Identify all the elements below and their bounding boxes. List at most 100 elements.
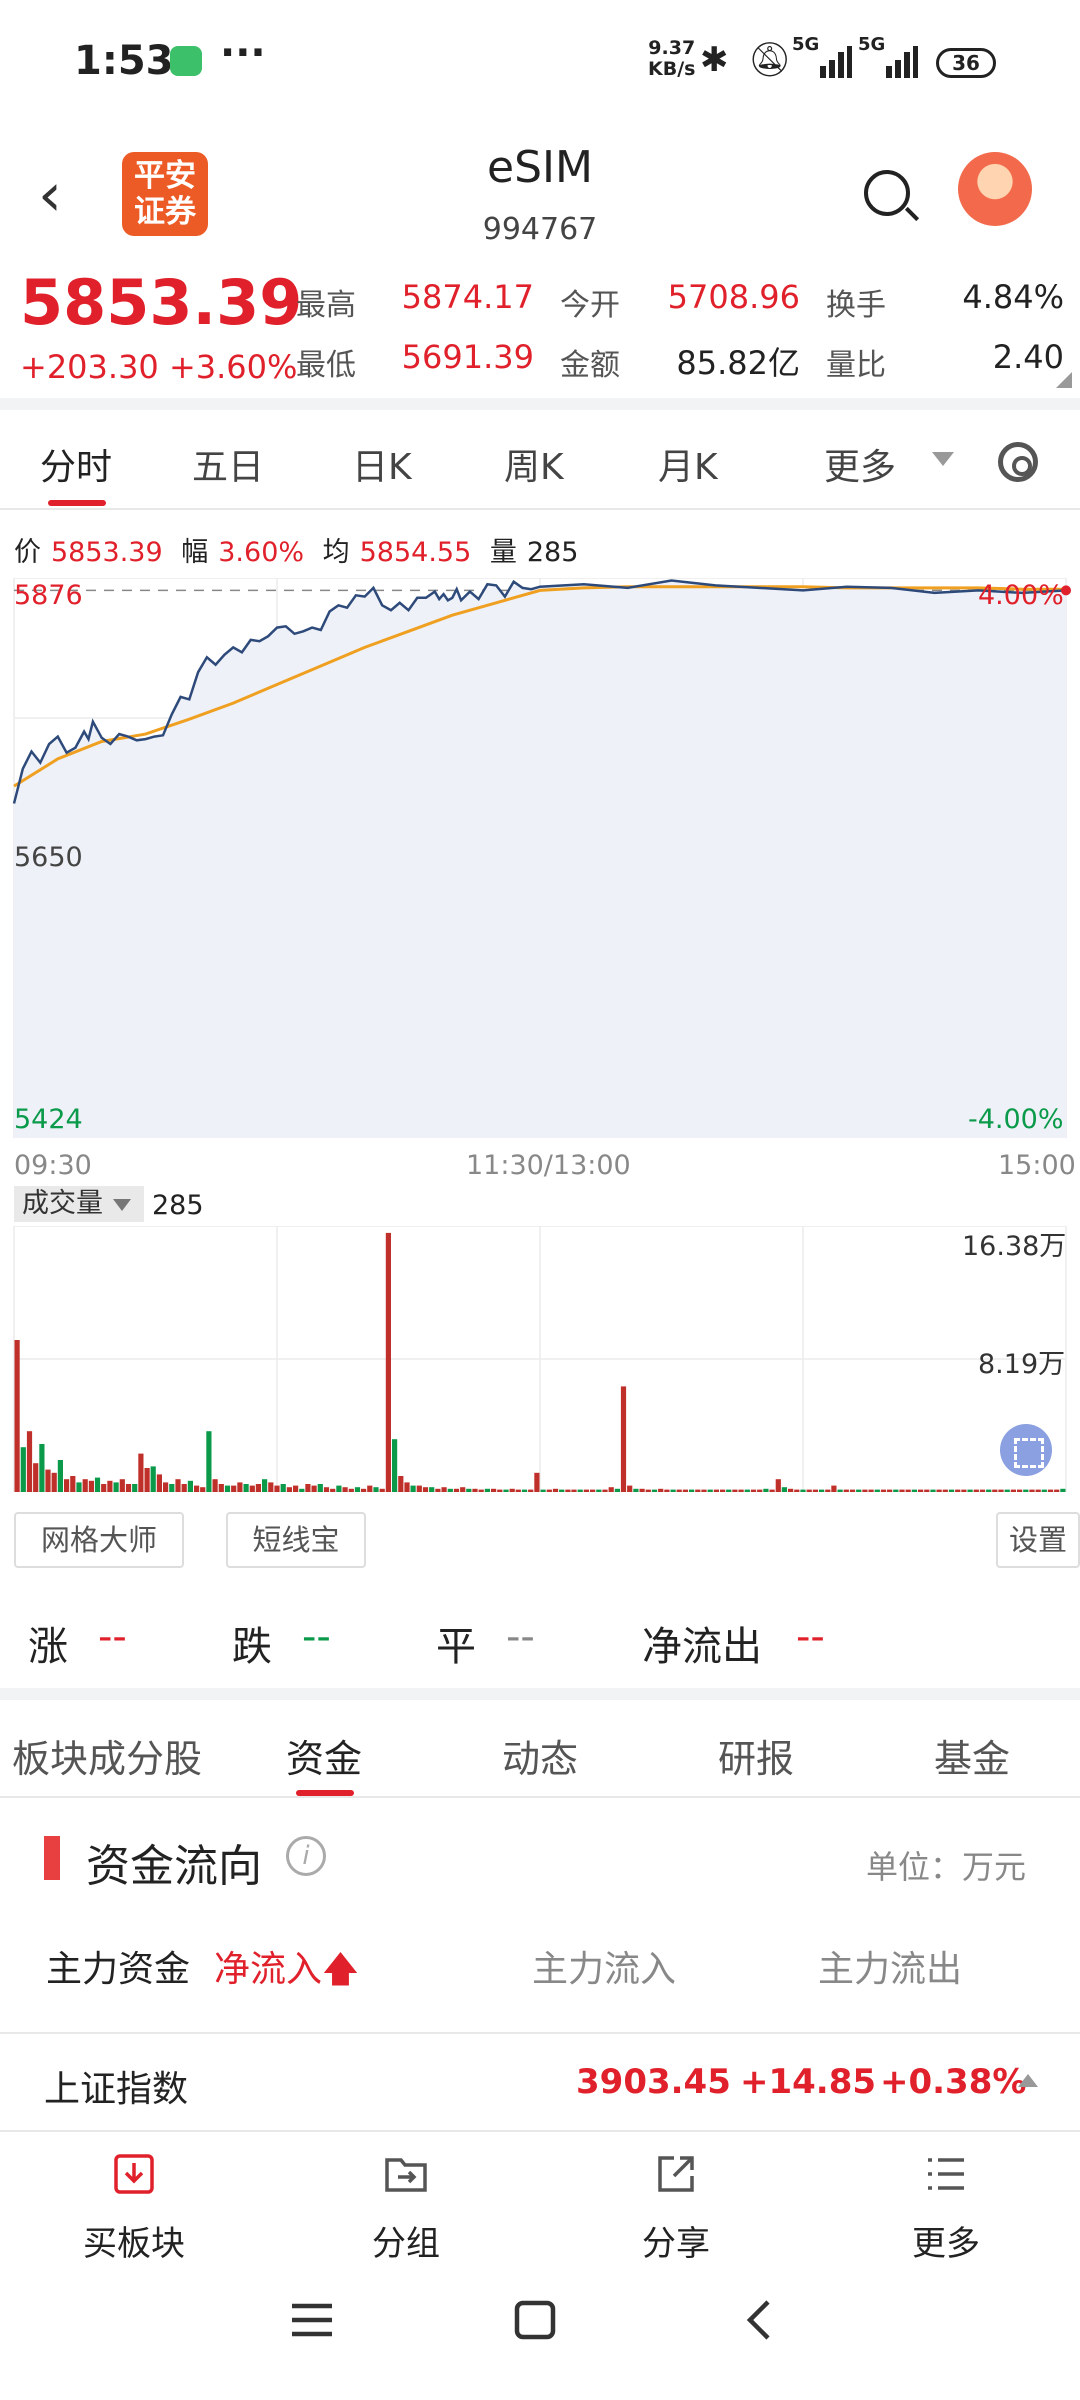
volume-bar bbox=[880, 1489, 887, 1492]
volume-bar bbox=[515, 1489, 521, 1492]
home-icon[interactable] bbox=[514, 2300, 558, 2340]
volume-bar bbox=[874, 1489, 880, 1492]
net-outflow-value: -- bbox=[796, 1614, 825, 1660]
volume-bar bbox=[113, 1482, 119, 1492]
more-button[interactable]: 更多 bbox=[876, 2150, 1016, 2265]
volume-bar bbox=[521, 1489, 528, 1492]
volume-bar bbox=[806, 1489, 812, 1492]
volume-bar bbox=[843, 1489, 849, 1492]
signal-icon bbox=[820, 46, 852, 78]
volume-bar bbox=[973, 1489, 979, 1492]
volume-bar bbox=[837, 1489, 843, 1492]
tab-funds[interactable]: 基金 bbox=[934, 1728, 1010, 1783]
y-axis-right-top-label: 4.00% bbox=[978, 580, 1064, 611]
volume-bar bbox=[293, 1485, 299, 1492]
status-bar: 1:53 ··· 9.37 KB/s ✱ 🔕︎ 5G 5G 36 bbox=[0, 0, 1080, 130]
volume-bar bbox=[274, 1485, 280, 1492]
chevron-down-icon[interactable] bbox=[932, 452, 954, 466]
tab-components[interactable]: 板块成分股 bbox=[12, 1728, 202, 1783]
tab-daily-k[interactable]: 日K bbox=[352, 438, 412, 490]
gear-icon[interactable] bbox=[998, 442, 1038, 482]
tab-news[interactable]: 动态 bbox=[502, 1728, 578, 1783]
volume-bar bbox=[26, 1431, 33, 1492]
volume-bar bbox=[911, 1489, 917, 1492]
volume-bar bbox=[200, 1487, 206, 1492]
tab-monthly-k[interactable]: 月K bbox=[658, 438, 718, 490]
volume-bar bbox=[682, 1489, 688, 1492]
volume-bar bbox=[986, 1489, 992, 1492]
volume-bar bbox=[967, 1489, 973, 1492]
volume-bar bbox=[620, 1386, 627, 1492]
volume-bar bbox=[218, 1484, 224, 1492]
volume-bar bbox=[565, 1489, 571, 1492]
search-icon[interactable] bbox=[864, 170, 910, 216]
volume-bar bbox=[1029, 1489, 1035, 1492]
volume-bar bbox=[150, 1466, 156, 1492]
info-icon[interactable]: i bbox=[286, 1836, 326, 1876]
volume-bar bbox=[206, 1431, 212, 1492]
status-time: 1:53 bbox=[74, 38, 174, 84]
volume-bar bbox=[243, 1484, 249, 1492]
signal-icon-2 bbox=[886, 46, 918, 78]
grid-master-button[interactable]: 网格大师 bbox=[14, 1512, 184, 1568]
menu-list-icon bbox=[928, 2158, 964, 2190]
share-icon bbox=[658, 2156, 694, 2192]
tab-weekly-k[interactable]: 周K bbox=[504, 438, 564, 490]
volume-bar bbox=[552, 1488, 559, 1492]
price-area-fill bbox=[14, 580, 1066, 1138]
volume-bar bbox=[794, 1489, 800, 1492]
volume-chart[interactable] bbox=[0, 1226, 1080, 1492]
volume-bar bbox=[992, 1489, 998, 1492]
volume-bar bbox=[163, 1482, 169, 1492]
net-outflow-label: 净流出 bbox=[642, 1624, 762, 1670]
volume-bar bbox=[961, 1489, 967, 1492]
volume-bar bbox=[1004, 1489, 1010, 1492]
up-count: -- bbox=[98, 1614, 127, 1660]
high-value: 5874.17 bbox=[401, 278, 534, 316]
back-icon[interactable]: ‹ bbox=[38, 160, 62, 230]
tab-intraday[interactable]: 分时 bbox=[40, 438, 112, 490]
volume-bar bbox=[930, 1489, 936, 1492]
volume-bar bbox=[379, 1488, 385, 1492]
intraday-price-chart[interactable] bbox=[0, 578, 1080, 1138]
chevron-up-icon[interactable] bbox=[1018, 2074, 1038, 2087]
volume-bar bbox=[608, 1487, 614, 1492]
tab-more[interactable]: 更多 bbox=[824, 438, 896, 490]
volume-bar bbox=[856, 1489, 862, 1492]
volume-bar bbox=[732, 1489, 738, 1492]
volume-bar bbox=[453, 1488, 460, 1492]
volume-bar bbox=[651, 1489, 658, 1492]
volume-bar bbox=[546, 1489, 552, 1492]
tab-funds-flow[interactable]: 资金 bbox=[286, 1728, 362, 1783]
volume-bar bbox=[1047, 1489, 1054, 1492]
index-ticker-bar[interactable]: 上证指数 3903.45 +14.85 +0.38% bbox=[0, 2032, 1080, 2132]
tab-five-day[interactable]: 五日 bbox=[192, 438, 264, 490]
volume-bar bbox=[268, 1482, 274, 1492]
recent-apps-icon[interactable] bbox=[290, 2300, 336, 2340]
volume-bar bbox=[305, 1484, 311, 1492]
volume-bar bbox=[14, 1340, 20, 1492]
volume-selector[interactable]: 成交量 bbox=[14, 1186, 144, 1222]
volume-bar bbox=[57, 1460, 63, 1492]
volume-bar bbox=[1041, 1489, 1047, 1492]
buy-sector-button[interactable]: 买板块 bbox=[64, 2150, 204, 2265]
broker-logo[interactable]: 平安 证券 bbox=[122, 152, 208, 236]
price-label: 价 bbox=[14, 537, 41, 568]
share-button[interactable]: 分享 bbox=[606, 2150, 746, 2265]
tab-reports[interactable]: 研报 bbox=[718, 1728, 794, 1783]
avatar[interactable] bbox=[958, 152, 1032, 226]
fullscreen-icon[interactable] bbox=[1000, 1424, 1052, 1476]
net-inflow-label: 净流入🡅 bbox=[214, 1949, 360, 1990]
short-line-button[interactable]: 短线宝 bbox=[226, 1512, 366, 1568]
volume-bar bbox=[1023, 1489, 1029, 1492]
back-nav-icon[interactable] bbox=[744, 2300, 774, 2340]
volume-bar bbox=[955, 1489, 961, 1492]
volume-bar bbox=[429, 1487, 435, 1492]
settings-button[interactable]: 设置 bbox=[996, 1512, 1080, 1568]
volume-bar bbox=[460, 1487, 466, 1492]
volume-bar bbox=[45, 1469, 51, 1492]
group-button[interactable]: 分组 bbox=[336, 2150, 476, 2265]
volume-bar bbox=[720, 1489, 726, 1492]
volume-bar bbox=[299, 1488, 305, 1492]
expand-corner-icon[interactable] bbox=[1056, 372, 1072, 388]
